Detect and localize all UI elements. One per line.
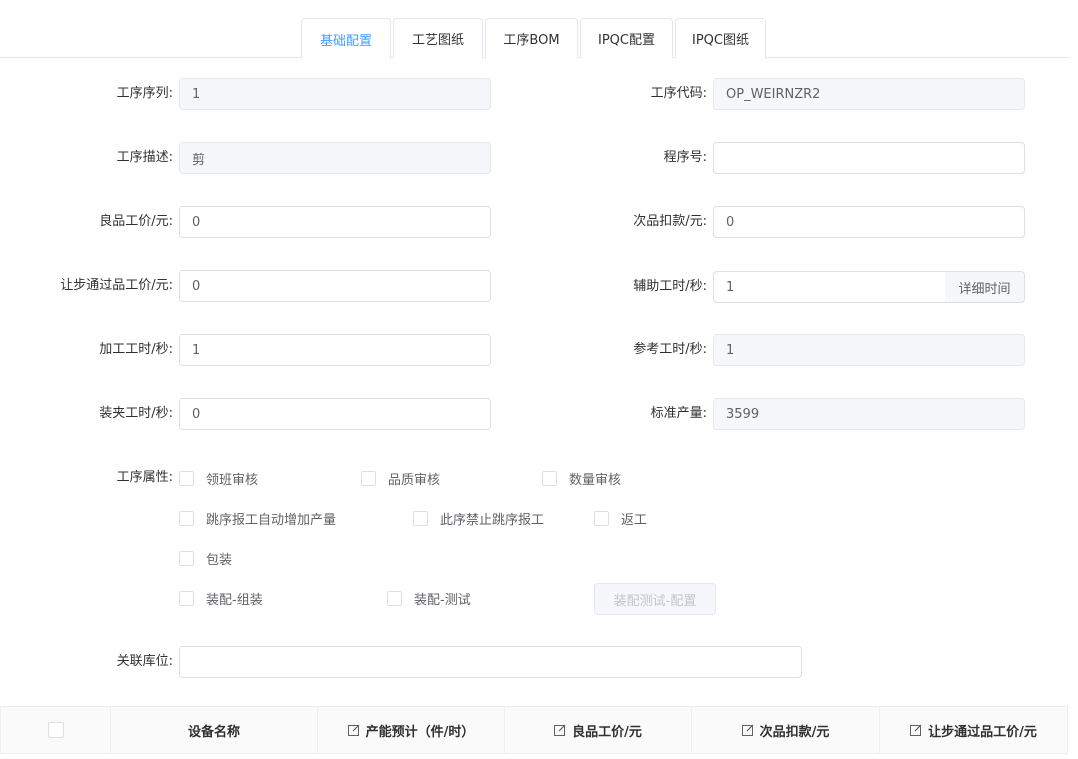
testing-checkbox[interactable]: 装配-测试 <box>387 588 471 608</box>
quality-review-checkbox[interactable]: 品质审核 <box>361 468 440 488</box>
clamp-time-input[interactable] <box>179 398 491 430</box>
auto-increase-checkbox[interactable]: 跳序报工自动增加产量 <box>179 508 336 528</box>
edit-icon <box>910 724 922 736</box>
forbid-skip-checkbox[interactable]: 此序禁止跳序报工 <box>413 508 544 528</box>
tab-process-bom[interactable]: 工序BOM <box>485 18 578 58</box>
concession-price-label: 让步通过品工价/元: <box>60 278 173 293</box>
process-seq-input <box>179 78 491 110</box>
process-seq-label: 工序序列: <box>116 86 173 101</box>
checkbox-box[interactable] <box>361 470 376 486</box>
attributes-label: 工序属性: <box>116 470 173 485</box>
col-capacity-text: 产能预计（件/时） <box>365 724 475 740</box>
col-defect-deduct: 次品扣款/元 <box>692 707 880 753</box>
process-code-input <box>713 78 1025 110</box>
machining-time-label: 加工工时/秒: <box>99 342 173 357</box>
select-all-checkbox[interactable] <box>47 722 64 738</box>
checkbox-box[interactable] <box>542 470 557 486</box>
col-concession-price-text: 让步通过品工价/元 <box>928 724 1037 740</box>
col-good-price: 良品工价/元 <box>505 707 692 753</box>
aux-time-input[interactable] <box>713 271 946 303</box>
auto-increase-text: 跳序报工自动增加产量 <box>206 512 337 528</box>
detail-time-button[interactable]: 详细时间 <box>945 271 1025 303</box>
packing-text: 包装 <box>206 552 233 568</box>
process-code-label: 工序代码: <box>650 86 707 101</box>
edit-icon <box>347 724 360 736</box>
qty-review-text: 数量审核 <box>569 472 622 488</box>
tab-ipqc-config[interactable]: IPQC配置 <box>580 18 673 58</box>
process-desc-label: 工序描述: <box>116 150 173 165</box>
defect-deduct-label: 次品扣款/元: <box>633 214 707 229</box>
packing-checkbox[interactable]: 包装 <box>179 548 232 568</box>
checkbox-box[interactable] <box>179 590 194 606</box>
col-capacity: 产能预计（件/时） <box>318 707 505 753</box>
rework-text: 返工 <box>621 512 648 528</box>
qty-review-checkbox[interactable]: 数量审核 <box>542 468 621 488</box>
checkbox-box[interactable] <box>387 590 402 606</box>
tab-process-drawing[interactable]: 工艺图纸 <box>393 18 483 58</box>
aux-time-label: 辅助工时/秒: <box>633 279 707 294</box>
select-all-cell <box>1 707 111 753</box>
checkbox-box[interactable] <box>413 510 428 526</box>
std-output-input <box>713 398 1025 430</box>
leader-review-text: 领班审核 <box>206 472 259 488</box>
clamp-time-label: 装夹工时/秒: <box>99 406 173 421</box>
good-price-label: 良品工价/元: <box>99 214 173 229</box>
col-device-name: 设备名称 <box>111 707 318 753</box>
location-label: 关联库位: <box>116 654 173 669</box>
col-good-price-text: 良品工价/元 <box>572 724 642 740</box>
col-device-name-text: 设备名称 <box>187 724 240 740</box>
forbid-skip-text: 此序禁止跳序报工 <box>440 512 545 528</box>
location-input[interactable] <box>179 646 802 678</box>
edit-icon <box>741 724 754 736</box>
checkbox-box[interactable] <box>179 510 194 526</box>
testing-text: 装配-测试 <box>414 592 471 608</box>
concession-price-input[interactable] <box>179 270 491 302</box>
program-no-label: 程序号: <box>663 150 707 165</box>
good-price-input[interactable] <box>179 206 491 238</box>
std-output-label: 标准产量: <box>650 406 707 421</box>
defect-deduct-input[interactable] <box>713 206 1025 238</box>
process-desc-input <box>179 142 491 174</box>
rework-checkbox[interactable]: 返工 <box>594 508 647 528</box>
machining-time-input[interactable] <box>179 334 491 366</box>
ref-time-input <box>713 334 1025 366</box>
quality-review-text: 品质审核 <box>388 472 441 488</box>
leader-review-checkbox[interactable]: 领班审核 <box>179 468 258 488</box>
assembly-text: 装配-组装 <box>206 592 263 608</box>
col-defect-deduct-text: 次品扣款/元 <box>759 724 830 740</box>
checkbox-box[interactable] <box>179 550 194 566</box>
ref-time-label: 参考工时/秒: <box>633 342 707 357</box>
program-no-input[interactable] <box>713 142 1025 174</box>
tab-bar: 基础配置 工艺图纸 工序BOM IPQC配置 IPQC图纸 <box>0 18 1070 59</box>
assembly-test-config-button: 装配测试-配置 <box>594 583 716 615</box>
checkbox-box[interactable] <box>179 470 194 486</box>
checkbox-box[interactable] <box>594 510 609 526</box>
equipment-table-header: 设备名称 产能预计（件/时） 良品工价/元 次品扣款/元 让步通过品工价/元 <box>0 706 1068 754</box>
tab-basic-config[interactable]: 基础配置 <box>301 18 391 59</box>
edit-icon <box>554 724 566 736</box>
assembly-checkbox[interactable]: 装配-组装 <box>179 588 263 608</box>
col-concession-price: 让步通过品工价/元 <box>880 707 1067 753</box>
tab-ipqc-drawing[interactable]: IPQC图纸 <box>675 18 766 58</box>
